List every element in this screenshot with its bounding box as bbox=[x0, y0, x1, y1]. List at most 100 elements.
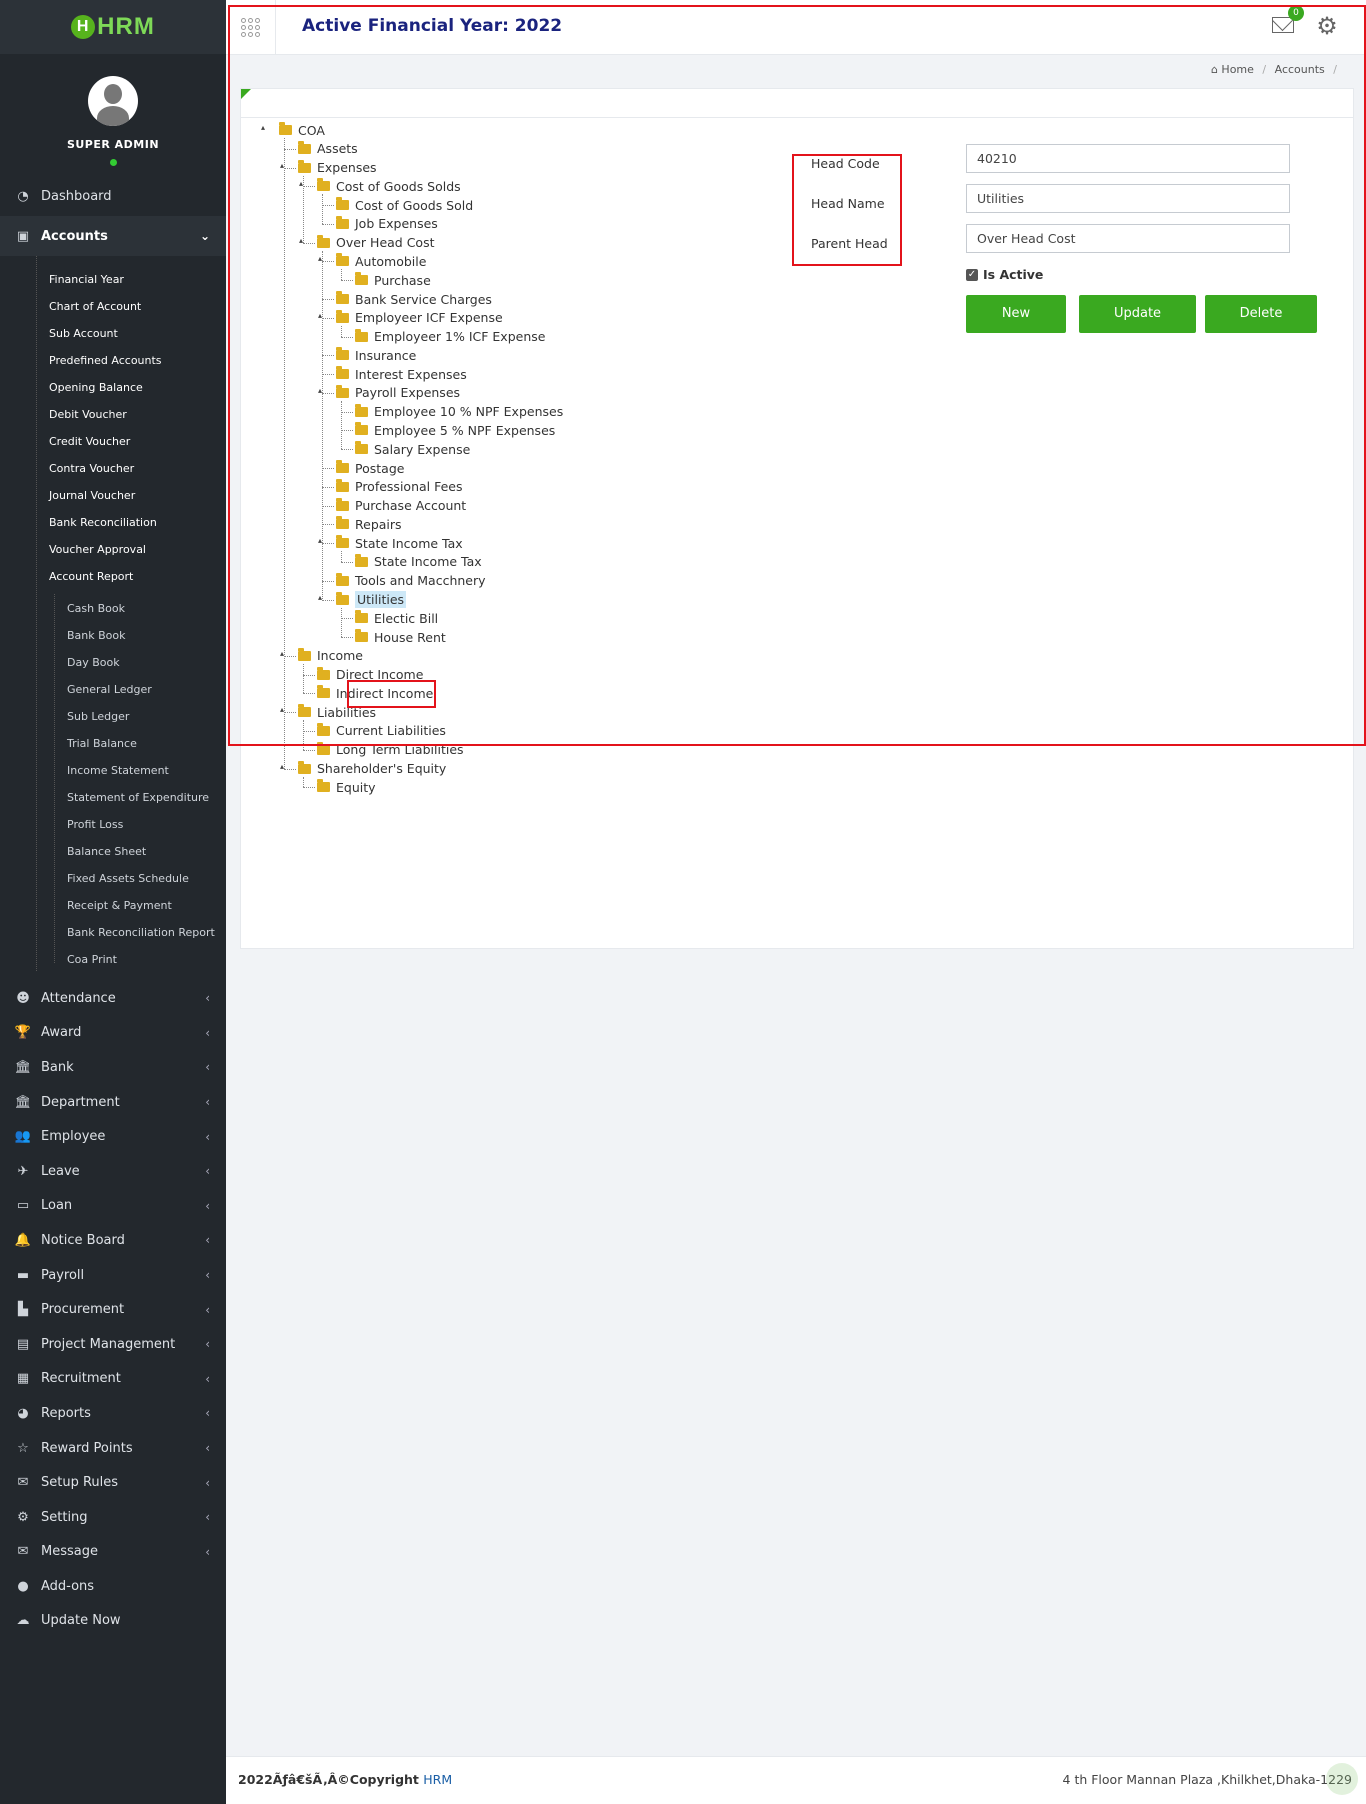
sidebar-subitem-contra-voucher[interactable]: Contra Voucher bbox=[0, 455, 226, 482]
breadcrumb-accounts[interactable]: Accounts bbox=[1275, 63, 1325, 76]
is-active-checkbox[interactable]: ✓ Is Active bbox=[966, 267, 1043, 282]
report-item-statement-of-expenditure[interactable]: Statement of Expenditure bbox=[0, 784, 226, 811]
tree-node[interactable]: COA bbox=[279, 120, 325, 140]
tree-node[interactable]: Indirect Income bbox=[317, 683, 433, 703]
gear-icon[interactable]: ⚙ bbox=[1314, 13, 1340, 39]
report-item-general-ledger[interactable]: General Ledger bbox=[0, 676, 226, 703]
nav-dashboard[interactable]: ◔ Dashboard bbox=[0, 176, 226, 216]
tree-node[interactable]: Income bbox=[298, 646, 363, 666]
tree-toggle-icon[interactable]: ▴ bbox=[299, 179, 303, 188]
report-item-trial-balance[interactable]: Trial Balance bbox=[0, 730, 226, 757]
report-item-bank-book[interactable]: Bank Book bbox=[0, 622, 226, 649]
tree-node[interactable]: Long Term Liabilities bbox=[317, 740, 464, 760]
tree-node[interactable]: Automobile bbox=[336, 251, 426, 271]
nav-reports[interactable]: ◕ Reports ‹ bbox=[0, 1396, 226, 1431]
nav-payroll[interactable]: ▬ Payroll ‹ bbox=[0, 1258, 226, 1293]
tree-node[interactable]: Job Expenses bbox=[336, 214, 438, 234]
head-code-input[interactable]: 40210 bbox=[966, 144, 1290, 173]
sidebar-subitem-bank-reconciliation[interactable]: Bank Reconciliation bbox=[0, 509, 226, 536]
sidebar-subitem-financial-year[interactable]: Financial Year bbox=[0, 266, 226, 293]
tree-toggle-icon[interactable]: ▴ bbox=[280, 762, 284, 771]
nav-message[interactable]: ✉ Message ‹ bbox=[0, 1535, 226, 1570]
parent-head-input[interactable]: Over Head Cost bbox=[966, 224, 1290, 253]
tree-node[interactable]: Repairs bbox=[336, 514, 402, 534]
nav-recruitment[interactable]: ▦ Recruitment ‹ bbox=[0, 1362, 226, 1397]
sidebar-subitem-account-report[interactable]: Account Report bbox=[0, 563, 226, 590]
tree-node[interactable]: Employee 5 % NPF Expenses bbox=[355, 420, 555, 440]
tree-toggle-icon[interactable]: ▴ bbox=[318, 311, 322, 320]
tree-node[interactable]: Utilities bbox=[336, 590, 407, 610]
report-item-income-statement[interactable]: Income Statement bbox=[0, 757, 226, 784]
logo[interactable]: H HRM bbox=[0, 0, 226, 54]
tree-node[interactable]: Purchase Account bbox=[336, 496, 466, 516]
sidebar-subitem-opening-balance[interactable]: Opening Balance bbox=[0, 374, 226, 401]
breadcrumb-home[interactable]: Home bbox=[1221, 63, 1253, 76]
tree-node[interactable]: State Income Tax bbox=[355, 552, 482, 572]
nav-attendance[interactable]: ☻ Attendance ‹ bbox=[0, 981, 226, 1016]
tree-node[interactable]: Employeer 1% ICF Expense bbox=[355, 327, 545, 347]
tree-node[interactable]: Expenses bbox=[298, 158, 377, 178]
tree-node[interactable]: Electic Bill bbox=[355, 608, 438, 628]
tree-toggle-icon[interactable]: ▴ bbox=[318, 593, 322, 602]
tree-node[interactable]: Insurance bbox=[336, 345, 416, 365]
delete-button[interactable]: Delete bbox=[1205, 295, 1317, 333]
report-item-balance-sheet[interactable]: Balance Sheet bbox=[0, 838, 226, 865]
nav-loan[interactable]: ▭ Loan ‹ bbox=[0, 1189, 226, 1224]
tree-toggle-icon[interactable]: ▴ bbox=[280, 161, 284, 170]
report-item-receipt-payment[interactable]: Receipt & Payment bbox=[0, 892, 226, 919]
tree-node[interactable]: Cost of Goods Solds bbox=[317, 176, 461, 196]
sidebar-subitem-journal-voucher[interactable]: Journal Voucher bbox=[0, 482, 226, 509]
sidebar-subitem-debit-voucher[interactable]: Debit Voucher bbox=[0, 401, 226, 428]
tree-node[interactable]: Bank Service Charges bbox=[336, 289, 492, 309]
nav-employee[interactable]: 👥 Employee ‹ bbox=[0, 1119, 226, 1154]
nav-department[interactable]: 🏛 Department ‹ bbox=[0, 1085, 226, 1120]
nav-update-now[interactable]: ☁ Update Now bbox=[0, 1604, 226, 1639]
report-item-fixed-assets-schedule[interactable]: Fixed Assets Schedule bbox=[0, 865, 226, 892]
tree-node[interactable]: Cost of Goods Sold bbox=[336, 195, 473, 215]
report-item-day-book[interactable]: Day Book bbox=[0, 649, 226, 676]
tree-node[interactable]: Salary Expense bbox=[355, 439, 470, 459]
nav-setup-rules[interactable]: ✉ Setup Rules ‹ bbox=[0, 1465, 226, 1500]
tree-node[interactable]: Assets bbox=[298, 139, 358, 159]
tree-node[interactable]: Employeer ICF Expense bbox=[336, 308, 503, 328]
tree-toggle-icon[interactable]: ▴ bbox=[299, 236, 303, 245]
tree-node[interactable]: Professional Fees bbox=[336, 477, 463, 497]
tree-node[interactable]: House Rent bbox=[355, 627, 446, 647]
nav-reward-points[interactable]: ☆ Reward Points ‹ bbox=[0, 1431, 226, 1466]
tree-node[interactable]: Equity bbox=[317, 777, 376, 797]
tree-node[interactable]: Employee 10 % NPF Expenses bbox=[355, 402, 563, 422]
new-button[interactable]: New bbox=[966, 295, 1066, 333]
sidebar-subitem-voucher-approval[interactable]: Voucher Approval bbox=[0, 536, 226, 563]
chat-bubble-icon[interactable] bbox=[1326, 1763, 1358, 1795]
tree-node[interactable]: Postage bbox=[336, 458, 404, 478]
nav-notice-board[interactable]: 🔔 Notice Board ‹ bbox=[0, 1223, 226, 1258]
tree-node[interactable]: Current Liabilities bbox=[317, 721, 446, 741]
tree-toggle-icon[interactable]: ▴ bbox=[318, 254, 322, 263]
apps-grid-icon[interactable] bbox=[226, 0, 276, 55]
nav-leave[interactable]: ✈ Leave ‹ bbox=[0, 1154, 226, 1189]
nav-bank[interactable]: 🏛 Bank ‹ bbox=[0, 1050, 226, 1085]
sidebar-subitem-chart-of-account[interactable]: Chart of Account bbox=[0, 293, 226, 320]
report-item-cash-book[interactable]: Cash Book bbox=[0, 595, 226, 622]
sidebar-subitem-predefined-accounts[interactable]: Predefined Accounts bbox=[0, 347, 226, 374]
tree-node[interactable]: Payroll Expenses bbox=[336, 383, 460, 403]
tree-node[interactable]: State Income Tax bbox=[336, 533, 463, 553]
report-item-bank-reconciliation-report[interactable]: Bank Reconciliation Report bbox=[0, 919, 226, 946]
nav-accounts[interactable]: ▣ Accounts ⌄ bbox=[0, 216, 226, 256]
tree-toggle-icon[interactable]: ▴ bbox=[318, 386, 322, 395]
nav-add-ons[interactable]: ● Add-ons bbox=[0, 1569, 226, 1604]
nav-award[interactable]: 🏆 Award ‹ bbox=[0, 1016, 226, 1051]
nav-procurement[interactable]: ▙ Procurement ‹ bbox=[0, 1292, 226, 1327]
tree-node[interactable]: Shareholder's Equity bbox=[298, 759, 446, 779]
report-item-profit-loss[interactable]: Profit Loss bbox=[0, 811, 226, 838]
tree-node[interactable]: Liabilities bbox=[298, 702, 376, 722]
tree-toggle-icon[interactable]: ▴ bbox=[280, 705, 284, 714]
tree-toggle-icon[interactable]: ▴ bbox=[318, 536, 322, 545]
tree-toggle-icon[interactable]: ▴ bbox=[280, 649, 284, 658]
tree-toggle-icon[interactable]: ▴ bbox=[261, 123, 265, 132]
sidebar-subitem-sub-account[interactable]: Sub Account bbox=[0, 320, 226, 347]
report-item-coa-print[interactable]: Coa Print bbox=[0, 946, 226, 973]
footer-brand-link[interactable]: HRM bbox=[423, 1772, 452, 1787]
sidebar-subitem-credit-voucher[interactable]: Credit Voucher bbox=[0, 428, 226, 455]
tree-node[interactable]: Tools and Macchnery bbox=[336, 571, 486, 591]
